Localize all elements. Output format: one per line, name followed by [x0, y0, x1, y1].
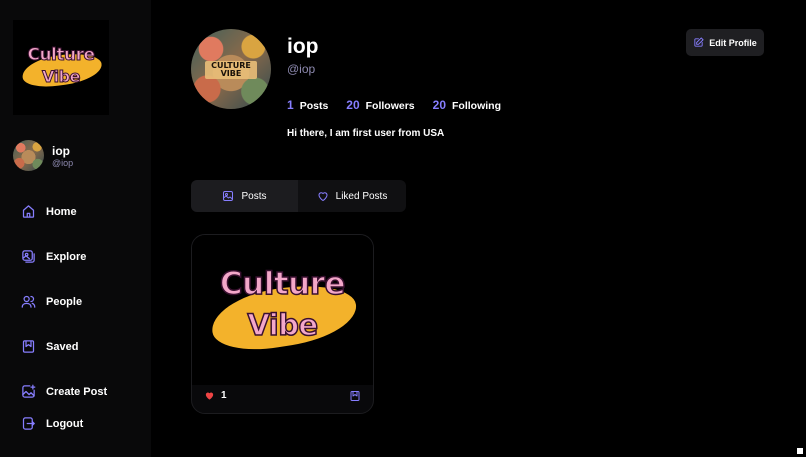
posts-icon — [223, 191, 234, 201]
tab-label: Posts — [241, 190, 267, 202]
avatar-image: CULTURE VIBE — [191, 29, 271, 109]
post-card[interactable]: Culture Vibe 1 — [191, 234, 374, 414]
stat-value: 20 — [346, 98, 360, 112]
edit-icon — [694, 37, 704, 47]
profile-name: iop — [287, 35, 319, 58]
stat-label: Following — [452, 100, 502, 112]
sidebar-avatar[interactable] — [13, 140, 44, 171]
logout-icon — [22, 417, 35, 430]
sidebar: Culture Vibe iop @iop Home Explore Peopl… — [0, 0, 151, 457]
like-button[interactable]: 1 — [204, 390, 227, 401]
home-icon — [22, 205, 35, 218]
corner-mark — [797, 448, 803, 454]
edit-profile-label: Edit Profile — [709, 37, 757, 48]
profile-stats: 1 Posts 20 Followers 20 Following — [287, 98, 501, 112]
tab-posts[interactable]: Posts — [191, 180, 298, 212]
stat-value: 20 — [432, 98, 447, 112]
culture-vibe-logo[interactable]: Culture Vibe — [13, 20, 109, 115]
stat-following[interactable]: 20 Following — [433, 98, 501, 112]
post-art: Culture Vibe — [205, 260, 361, 360]
logout-button[interactable]: Logout — [21, 416, 83, 431]
stat-value: 1 — [287, 98, 294, 112]
heart-filled-icon — [205, 392, 214, 400]
stat-label: Followers — [365, 100, 415, 112]
edit-profile-button[interactable]: Edit Profile — [686, 29, 764, 56]
profile-tabs: Posts Liked Posts — [191, 180, 406, 212]
bookmark-icon[interactable] — [349, 390, 361, 402]
image-plus-icon — [22, 384, 36, 398]
heart-outline-icon — [318, 192, 328, 201]
logout-label: Logout — [46, 417, 84, 430]
people-icon — [21, 295, 36, 308]
sidebar-item-explore[interactable]: Explore — [21, 249, 86, 264]
profile-avatar: CULTURE VIBE — [191, 29, 271, 109]
like-count: 1 — [221, 390, 227, 401]
logo-word-vibe: Vibe — [42, 66, 81, 86]
sidebar-user-name[interactable]: iop — [52, 144, 70, 158]
sidebar-item-people[interactable]: People — [21, 294, 82, 309]
sidebar-item-label: Home — [46, 205, 77, 218]
post-image[interactable]: Culture Vibe — [192, 235, 373, 385]
sidebar-user-handle: @iop — [52, 158, 74, 168]
bookmark-icon — [22, 340, 35, 353]
profile-handle: @iop — [287, 62, 316, 76]
sidebar-item-label: Saved — [46, 340, 79, 353]
sidebar-item-label: Explore — [46, 250, 87, 263]
sidebar-item-home[interactable]: Home — [21, 204, 77, 219]
sidebar-item-saved[interactable]: Saved — [21, 339, 78, 354]
logo-word-culture: Culture — [27, 44, 96, 65]
explore-icon — [22, 250, 35, 263]
stat-label: Posts — [299, 100, 329, 112]
avatar-label: CULTURE VIBE — [205, 61, 257, 79]
stat-followers[interactable]: 20 Followers — [346, 98, 414, 112]
sidebar-item-create-post[interactable]: Create Post — [21, 384, 107, 399]
sidebar-item-label: Create Post — [46, 385, 108, 398]
sidebar-item-label: People — [46, 295, 83, 308]
post-art-word-culture: Culture — [219, 265, 346, 303]
profile-bio: Hi there, I am first user from USA — [287, 128, 445, 139]
tab-label: Liked Posts — [335, 190, 388, 202]
logo-art: Culture Vibe — [19, 43, 104, 93]
avatar-label-line2: VIBE — [220, 69, 242, 78]
tab-liked-posts[interactable]: Liked Posts — [298, 180, 406, 212]
post-art-word-vibe: Vibe — [247, 307, 319, 343]
avatar-image — [13, 140, 44, 171]
stat-posts: 1 Posts — [287, 98, 328, 112]
